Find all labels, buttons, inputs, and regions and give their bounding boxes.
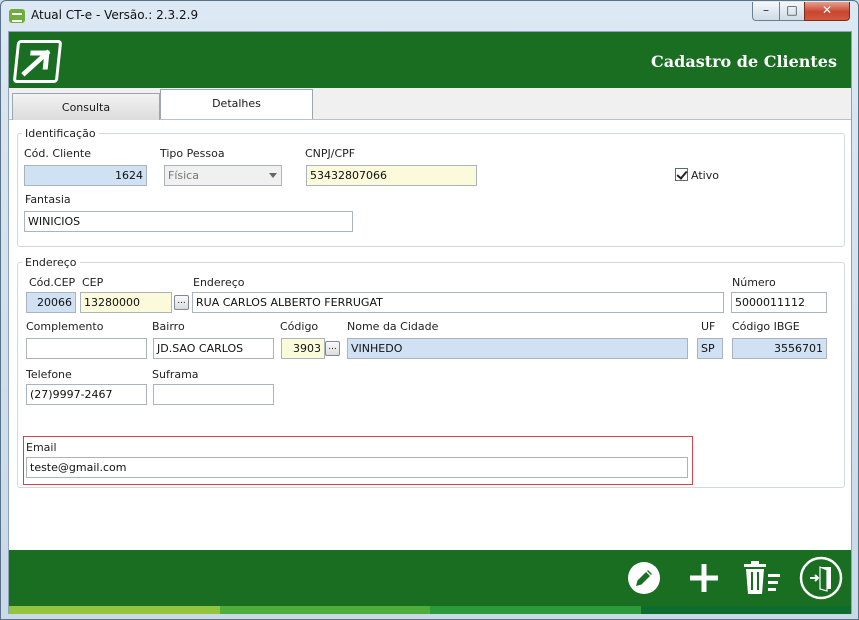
cep-lookup-button[interactable]: ... <box>174 295 189 310</box>
progress-segment-1 <box>9 606 220 614</box>
cidade-field[interactable]: VINHEDO <box>347 338 688 359</box>
endereco-legend: Endereço <box>25 256 77 269</box>
logo-icon <box>12 40 63 83</box>
progress-segment-4 <box>640 606 851 614</box>
fantasia-label: Fantasia <box>25 193 71 206</box>
cod-cep-field[interactable]: 20066 <box>26 292 76 313</box>
app-icon <box>9 9 25 23</box>
edit-icon <box>628 562 660 594</box>
minimize-icon: – <box>763 3 769 17</box>
codigo-label: Código <box>280 320 319 333</box>
app-window: Atual CT-e - Versão.: 2.3.2.9 – □ ✕ Cada… <box>0 0 859 620</box>
complemento-field[interactable] <box>26 338 147 359</box>
cod-cep-label: Cód.CEP <box>29 276 76 289</box>
complemento-label: Complemento <box>26 320 104 333</box>
delete-button[interactable] <box>741 560 780 596</box>
bairro-label: Bairro <box>152 320 185 333</box>
exit-icon <box>799 556 843 600</box>
toolbar-band <box>9 550 851 606</box>
close-button[interactable]: ✕ <box>804 2 850 21</box>
endereco-field[interactable]: RUA CARLOS ALBERTO FERRUGAT <box>192 292 724 313</box>
identificacao-legend: Identificação <box>25 127 96 140</box>
ativo-checkbox[interactable] <box>675 168 688 181</box>
window-title: Atual CT-e - Versão.: 2.3.2.9 <box>31 8 199 22</box>
tab-strip: Consulta Detalhes <box>9 88 851 120</box>
page-title: Cadastro de Clientes <box>651 52 837 71</box>
uf-field[interactable]: SP <box>697 338 723 359</box>
tab-detalhes[interactable]: Detalhes <box>160 89 313 119</box>
ibge-field[interactable]: 3556701 <box>732 338 827 359</box>
cnpj-cpf-field[interactable]: 53432807066 <box>306 165 477 186</box>
uf-label: UF <box>701 320 716 333</box>
exit-button[interactable] <box>799 556 843 600</box>
tipo-pessoa-select[interactable]: Física <box>164 165 282 186</box>
close-icon: ✕ <box>821 3 833 17</box>
ativo-label: Ativo <box>691 169 719 182</box>
tipo-pessoa-value: Física <box>168 169 199 182</box>
ibge-label: Código IBGE <box>732 320 800 333</box>
email-field[interactable]: teste@gmail.com <box>26 457 688 478</box>
codigo-lookup-button[interactable]: ... <box>325 341 340 356</box>
maximize-button[interactable]: □ <box>779 2 805 21</box>
cep-field[interactable]: 13280000 <box>80 292 172 313</box>
cep-label: CEP <box>82 276 104 289</box>
cod-cliente-label: Cód. Cliente <box>24 147 91 160</box>
progress-strip <box>9 606 851 614</box>
suframa-label: Suframa <box>152 368 199 381</box>
add-button[interactable] <box>686 560 722 596</box>
cod-cliente-field[interactable]: 1624 <box>24 165 147 186</box>
delete-icon <box>744 561 780 594</box>
bairro-field[interactable]: JD.SAO CARLOS <box>153 338 274 359</box>
add-icon <box>690 564 718 592</box>
chevron-down-icon <box>269 173 277 178</box>
minimize-button[interactable]: – <box>752 2 780 21</box>
numero-field[interactable]: 5000011112 <box>731 292 827 313</box>
edit-button[interactable] <box>626 560 662 596</box>
tab-consulta[interactable]: Consulta <box>12 93 160 120</box>
client-area: Cadastro de Clientes Consulta Detalhes I… <box>8 31 852 614</box>
email-label: Email <box>26 441 57 454</box>
maximize-icon: □ <box>786 3 798 17</box>
telefone-field[interactable]: (27)9997-2467 <box>26 384 147 405</box>
title-bar: Atual CT-e - Versão.: 2.3.2.9 – □ ✕ <box>1 1 858 31</box>
endereco-label: Endereço <box>193 276 245 289</box>
progress-segment-3 <box>430 606 641 614</box>
cidade-label: Nome da Cidade <box>347 320 439 333</box>
numero-label: Número <box>732 276 776 289</box>
cnpj-cpf-label: CNPJ/CPF <box>305 147 356 160</box>
progress-segment-2 <box>219 606 430 614</box>
details-panel: Identificação Cód. Cliente 1624 Tipo Pes… <box>9 120 851 548</box>
header-band: Cadastro de Clientes <box>9 32 851 88</box>
telefone-label: Telefone <box>26 368 72 381</box>
suframa-field[interactable] <box>153 384 274 405</box>
codigo-field[interactable]: 3903 <box>281 338 325 359</box>
fantasia-field[interactable]: WINICIOS <box>24 211 353 232</box>
tipo-pessoa-label: Tipo Pessoa <box>160 147 225 160</box>
